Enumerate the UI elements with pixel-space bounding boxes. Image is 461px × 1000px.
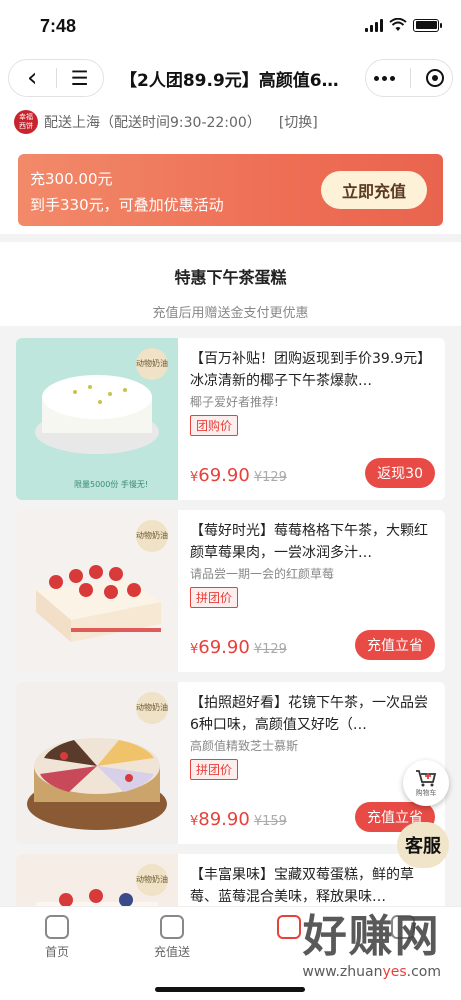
page-title: 【2人团89.9元】高颜值6…	[120, 71, 339, 91]
recharge-icon	[160, 915, 184, 939]
product-subtitle: 椰子爱好者推荐!	[190, 395, 279, 409]
animal-cream-badge: 动物奶油	[136, 864, 168, 896]
profile-icon	[391, 915, 415, 939]
price-row: ¥69.90 ¥129	[190, 637, 287, 658]
cake-image	[36, 565, 161, 642]
animal-cream-badge: 动物奶油	[136, 348, 168, 380]
signal-icon	[365, 18, 383, 32]
price-row: ¥89.90 ¥159	[190, 809, 287, 830]
delivery-bar: 幸福西饼 配送上海（配送时间9:30-22:00） [切换]	[0, 104, 461, 140]
battery-icon	[413, 18, 442, 32]
nav-bar: ‹ ☰ 【2人团89.9元】高颜值6…	[0, 52, 461, 104]
recharge-save-button[interactable]: 充值立省	[355, 630, 435, 660]
original-price: ¥159	[253, 814, 287, 829]
status-bar: 7:48	[0, 0, 461, 52]
tab-bar: 首页 充值送	[0, 906, 461, 1000]
product-card[interactable]: 动物奶油 限量5000份 手慢无! 【百万补贴！团购返现到手价39.9元】冰凉清…	[16, 338, 445, 500]
home-indicator	[155, 987, 305, 992]
nav-right-capsule	[365, 59, 453, 97]
product-image: 动物奶油 限量5000份 手慢无!	[16, 338, 178, 500]
more-button[interactable]	[373, 75, 395, 81]
cake-image	[27, 738, 167, 830]
status-time: 7:48	[40, 16, 77, 36]
price-row: ¥69.90 ¥129	[190, 465, 287, 486]
product-title: 【丰富果味】宝藏双莓蛋糕，鲜的草莓、蓝莓混合美味，释放果味…	[190, 867, 414, 905]
cart-label: 购物车	[415, 788, 437, 797]
cashback-button[interactable]: 返现30	[365, 458, 435, 488]
product-subtitle: 高颜值精致芝士慕斯	[190, 739, 299, 753]
cart-icon	[416, 769, 437, 786]
product-image: 动物奶油	[16, 510, 178, 672]
product-price: ¥89.90	[190, 809, 250, 830]
nav-left-capsule: ‹ ☰	[8, 59, 104, 97]
thumb-caption: 限量5000份 手慢无!	[74, 480, 149, 489]
product-price: ¥69.90	[190, 465, 250, 486]
original-price: ¥129	[253, 642, 287, 657]
delivery-text: 配送上海（配送时间9:30-22:00）	[44, 115, 261, 131]
recharge-now-button[interactable]: 立即充值	[321, 171, 427, 209]
switch-city-link[interactable]: [切换]	[279, 112, 318, 132]
home-icon	[45, 915, 69, 939]
price-tag: 团购价	[190, 415, 239, 436]
status-icons	[365, 18, 442, 32]
product-info: 【拍照超好看】花镜下午茶，一次品尝6种口味，高颜值又好吃（… 高颜值精致芝士慕斯…	[178, 682, 445, 844]
recharge-banner[interactable]: 充300.00元 到手330元，可叠加优惠活动 立即充值	[18, 154, 443, 226]
product-info: 【莓好时光】莓莓格格下午茶，大颗红颜草莓果肉，一尝冰润多汁… 请品尝一期一会的红…	[178, 510, 445, 672]
menu-icon: ☰	[70, 66, 89, 90]
customer-service-button[interactable]: 客服	[397, 822, 449, 868]
section-subtitle: 充值后用赠送金支付更优惠	[152, 306, 309, 321]
animal-cream-badge: 动物奶油	[136, 520, 168, 552]
product-title: 【百万补贴！团购返现到手价39.9元】冰凉清新的椰子下午茶爆款…	[190, 351, 432, 389]
tab-recharge[interactable]: 充值送	[137, 915, 207, 960]
section-header: 特惠下午茶蛋糕 充值后用赠送金支付更优惠	[0, 234, 461, 326]
tab-active[interactable]	[254, 915, 324, 943]
product-price: ¥69.90	[190, 637, 250, 658]
recharge-section: 充300.00元 到手330元，可叠加优惠活动 立即充值	[0, 140, 461, 234]
tab-mine[interactable]	[368, 915, 438, 943]
product-card[interactable]: 动物奶油 【拍照超好看】花镜下午茶，一次品尝6种口味，高颜值又好吃（… 高颜值精…	[16, 682, 445, 844]
product-info: 【百万补贴！团购返现到手价39.9元】冰凉清新的椰子下午茶爆款… 椰子爱好者推荐…	[178, 338, 445, 500]
product-list: 动物奶油 限量5000份 手慢无! 【百万补贴！团购返现到手价39.9元】冰凉清…	[0, 326, 461, 1000]
back-button[interactable]: ‹	[9, 59, 56, 97]
recharge-amount: 充300.00元	[30, 170, 113, 188]
product-title: 【拍照超好看】花镜下午茶，一次品尝6种口味，高颜值又好吃（…	[190, 695, 428, 733]
back-icon: ‹	[27, 63, 38, 93]
product-title: 【莓好时光】莓莓格格下午茶，大颗红颜草莓果肉，一尝冰润多汁…	[190, 523, 428, 561]
product-subtitle: 请品尝一期一会的红颜草莓	[190, 567, 335, 581]
product-card[interactable]: 动物奶油 【莓好时光】莓莓格格下午茶，大颗红颜草莓果肉，一尝冰润多汁… 请品尝一…	[16, 510, 445, 672]
section-title: 特惠下午茶蛋糕	[174, 268, 287, 287]
product-image: 动物奶油	[16, 682, 178, 844]
active-tab-icon	[277, 915, 301, 939]
price-tag: 拼团价	[190, 759, 239, 780]
price-tag: 拼团价	[190, 587, 239, 608]
cart-float-button[interactable]: 购物车	[403, 760, 449, 806]
tab-home[interactable]: 首页	[22, 915, 92, 960]
original-price: ¥129	[253, 470, 287, 485]
brand-logo: 幸福西饼	[14, 110, 38, 134]
animal-cream-badge: 动物奶油	[136, 692, 168, 724]
recharge-benefit: 到手330元，可叠加优惠活动	[30, 196, 224, 214]
close-miniprogram-icon[interactable]	[426, 69, 445, 87]
wifi-icon	[389, 18, 407, 31]
menu-button[interactable]: ☰	[56, 59, 103, 97]
